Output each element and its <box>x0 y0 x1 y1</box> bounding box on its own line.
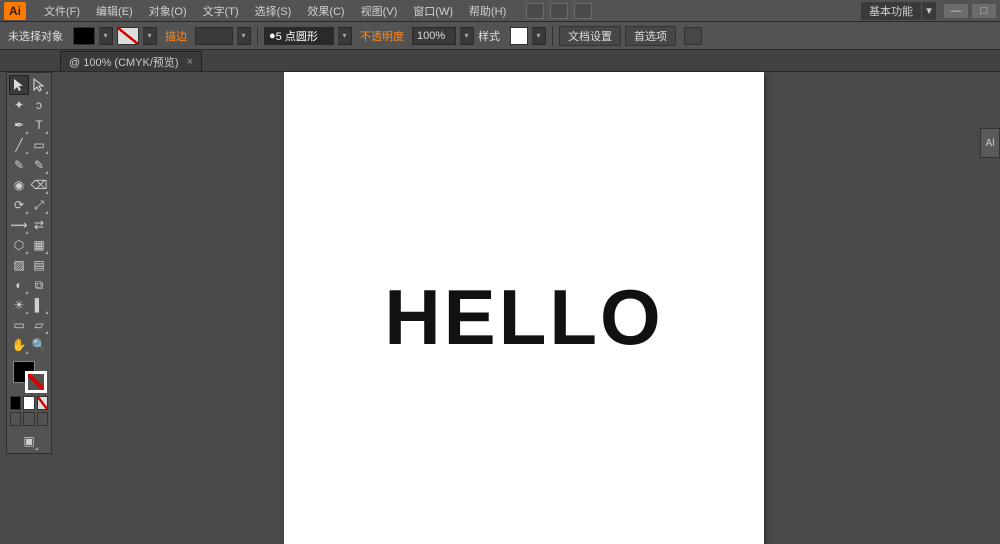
type-tool[interactable]: T <box>29 115 49 135</box>
artboard[interactable]: HELLO <box>284 72 764 544</box>
color-mode-solid[interactable] <box>10 396 21 410</box>
magic-wand-tool[interactable]: ✦ <box>9 95 29 115</box>
menu-edit[interactable]: 编辑(E) <box>88 0 141 22</box>
menu-view[interactable]: 视图(V) <box>353 0 406 22</box>
fill-stroke-control[interactable] <box>9 359 49 395</box>
paintbrush-tool[interactable]: ✎ <box>9 155 29 175</box>
workspace-area: HELLO <box>58 72 1000 544</box>
document-tab[interactable]: @ 100% (CMYK/预览) × <box>60 51 202 71</box>
eraser-tool[interactable]: ⌫ <box>29 175 49 195</box>
workspace-mode-dropdown-icon[interactable]: ▾ <box>922 2 936 20</box>
stroke-dropdown-icon[interactable]: ▾ <box>143 27 157 45</box>
layout-icon[interactable] <box>526 3 544 19</box>
stroke-swatch-none[interactable] <box>117 27 139 45</box>
preferences-icon[interactable] <box>684 27 702 45</box>
workspace-switcher[interactable]: 基本功能 ▾ — □ <box>861 2 1000 20</box>
blend-tool[interactable]: ⧉ <box>29 275 49 295</box>
zoom-tool[interactable]: 🔍 <box>29 335 49 355</box>
perspective-grid-tool[interactable]: ▦ <box>29 235 49 255</box>
document-setup-button[interactable]: 文档设置 <box>559 26 621 46</box>
menu-layout-icons <box>526 3 592 19</box>
free-transform-tool[interactable]: ⇄ <box>29 215 49 235</box>
layout-icon[interactable] <box>574 3 592 19</box>
menu-select[interactable]: 选择(S) <box>247 0 300 22</box>
canvas-text-object[interactable]: HELLO <box>384 272 663 363</box>
opacity-input[interactable]: 100% <box>412 27 456 45</box>
pencil-tool[interactable]: ✎ <box>29 155 49 175</box>
document-tab-label: @ 100% (CMYK/预览) <box>69 54 179 70</box>
fill-swatch[interactable] <box>73 27 95 45</box>
right-panel-collapsed-tab[interactable]: Al <box>980 128 1000 158</box>
brush-definition-input[interactable]: ● 5 点圆形 <box>264 27 334 45</box>
style-swatch[interactable] <box>510 27 528 45</box>
menu-effect[interactable]: 效果(C) <box>299 0 352 22</box>
stroke-color-swatch[interactable] <box>25 371 47 393</box>
artboard-tool[interactable]: ▭ <box>9 315 29 335</box>
selection-tool[interactable] <box>9 75 29 95</box>
draw-mode-row <box>9 411 49 427</box>
color-mode-gradient[interactable] <box>23 396 34 410</box>
screen-mode-button[interactable]: ▣ <box>19 431 39 451</box>
toolbox: ✦ ɔ ✒ T ╱ ▭ ✎ ✎ ◉ ⌫ ⟳ ⤢ ⟿ ⇄ ⬡ ▦ ▨ ▤ ◐ ⧉ … <box>6 72 52 454</box>
app-icon: Ai <box>4 2 26 20</box>
lasso-tool[interactable]: ɔ <box>29 95 49 115</box>
draw-normal-mode[interactable] <box>10 412 21 426</box>
width-tool[interactable]: ⟿ <box>9 215 29 235</box>
menu-type[interactable]: 文字(T) <box>195 0 247 22</box>
scale-tool[interactable]: ⤢ <box>29 195 49 215</box>
menu-window[interactable]: 窗口(W) <box>405 0 461 22</box>
blob-brush-tool[interactable]: ◉ <box>9 175 29 195</box>
style-label: 样式 <box>478 28 500 44</box>
stroke-weight-input[interactable] <box>195 27 233 45</box>
selection-status-label: 未选择对象 <box>8 28 63 44</box>
menu-bar: Ai 文件(F) 编辑(E) 对象(O) 文字(T) 选择(S) 效果(C) 视… <box>0 0 1000 22</box>
slice-tool[interactable]: ▱ <box>29 315 49 335</box>
control-bar: 未选择对象 ▾ ▾ 描边 ▾ ● 5 点圆形 ▾ 不透明度 100% ▾ 样式 … <box>0 22 1000 50</box>
draw-behind-mode[interactable] <box>23 412 34 426</box>
none-indicator-icon <box>28 374 44 390</box>
line-tool[interactable]: ╱ <box>9 135 29 155</box>
menu-object[interactable]: 对象(O) <box>141 0 195 22</box>
symbol-sprayer-tool[interactable]: ☀ <box>9 295 29 315</box>
close-tab-icon[interactable]: × <box>187 56 193 68</box>
stroke-weight-dropdown-icon[interactable]: ▾ <box>237 27 251 45</box>
brush-definition-value: 5 点圆形 <box>276 28 318 44</box>
hand-tool[interactable]: ✋ <box>9 335 29 355</box>
brush-dropdown-icon[interactable]: ▾ <box>338 27 352 45</box>
eyedropper-tool[interactable]: ◐ <box>9 275 29 295</box>
opacity-dropdown-icon[interactable]: ▾ <box>460 27 474 45</box>
separator <box>257 26 258 46</box>
mesh-tool[interactable]: ▨ <box>9 255 29 275</box>
pen-tool[interactable]: ✒ <box>9 115 29 135</box>
rectangle-tool[interactable]: ▭ <box>29 135 49 155</box>
window-minimize-button[interactable]: — <box>944 4 968 18</box>
style-dropdown-icon[interactable]: ▾ <box>532 27 546 45</box>
color-mode-row <box>9 395 49 411</box>
document-tab-bar: @ 100% (CMYK/预览) × <box>0 50 1000 72</box>
stroke-label[interactable]: 描边 <box>165 28 187 44</box>
window-maximize-button[interactable]: □ <box>972 4 996 18</box>
draw-inside-mode[interactable] <box>37 412 48 426</box>
preferences-button[interactable]: 首选项 <box>625 26 676 46</box>
color-mode-none[interactable] <box>37 396 48 410</box>
shape-builder-tool[interactable]: ⬡ <box>9 235 29 255</box>
fill-dropdown-icon[interactable]: ▾ <box>99 27 113 45</box>
rotate-tool[interactable]: ⟳ <box>9 195 29 215</box>
gradient-tool[interactable]: ▤ <box>29 255 49 275</box>
workspace-mode-label[interactable]: 基本功能 <box>861 2 921 20</box>
menu-file[interactable]: 文件(F) <box>36 0 88 22</box>
column-graph-tool[interactable]: ▌ <box>29 295 49 315</box>
menu-help[interactable]: 帮助(H) <box>461 0 514 22</box>
separator <box>552 26 553 46</box>
opacity-label[interactable]: 不透明度 <box>360 28 404 44</box>
layout-icon[interactable] <box>550 3 568 19</box>
direct-selection-tool[interactable] <box>29 75 49 95</box>
